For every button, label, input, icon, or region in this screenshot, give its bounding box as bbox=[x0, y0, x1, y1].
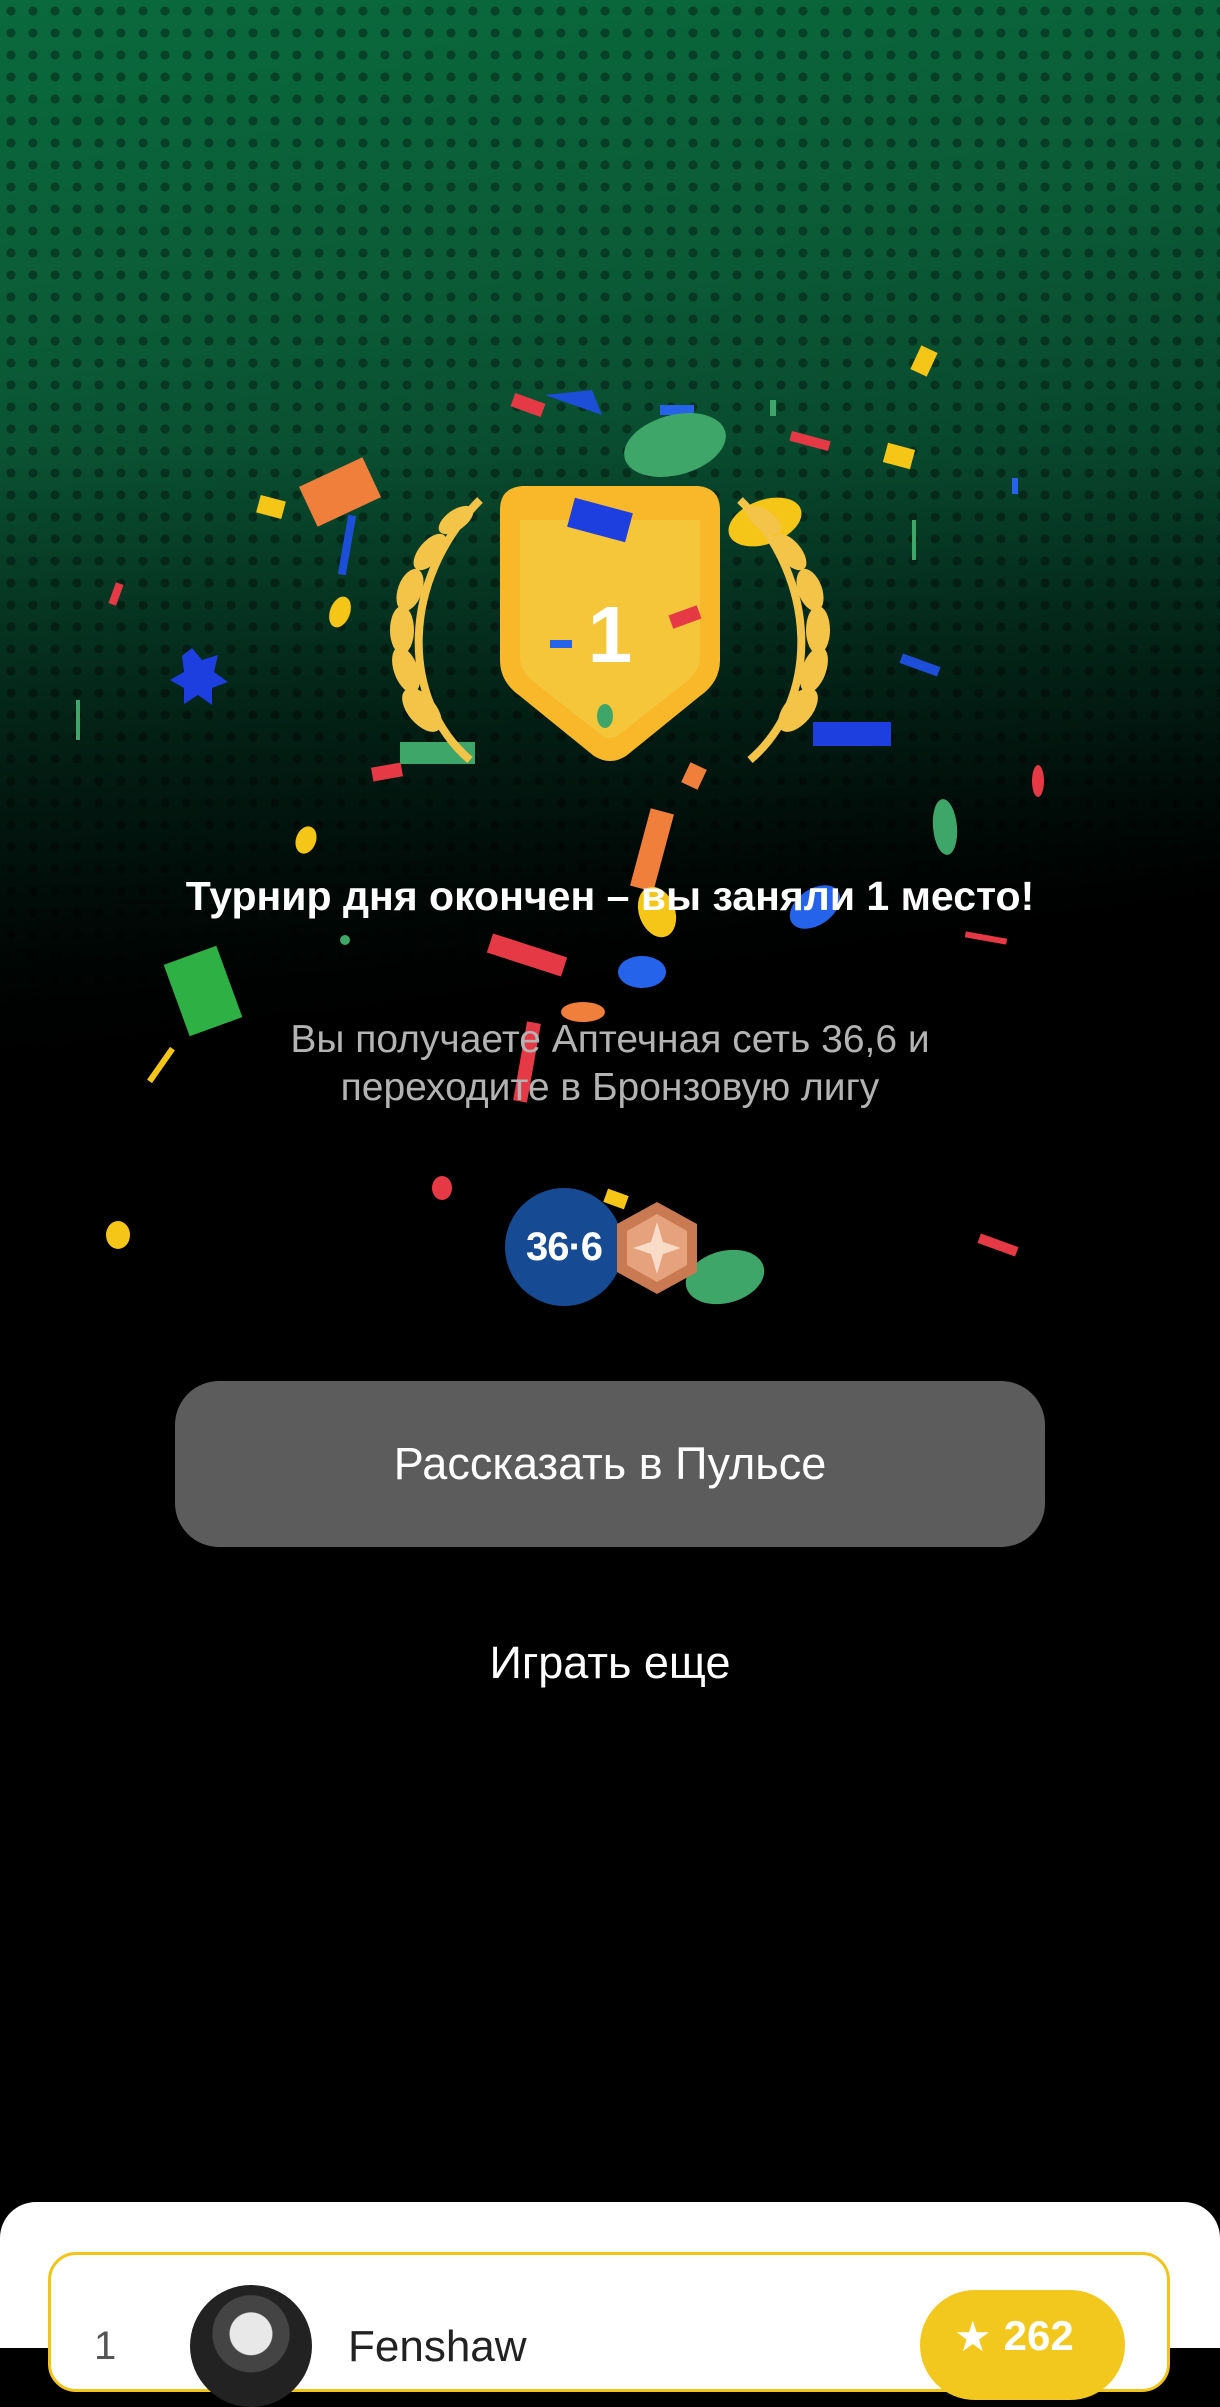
share-in-pulse-button[interactable]: Рассказать в Пульсе bbox=[175, 1381, 1045, 1547]
bronze-league-icon bbox=[617, 1202, 697, 1294]
result-title: Турнир дня окончен – вы заняли 1 место! bbox=[185, 873, 1035, 919]
leaderboard-rank: 1 bbox=[94, 2324, 117, 2368]
pharmacy-36-6-logo: 36·6 bbox=[505, 1188, 623, 1306]
result-subtitle: Вы получаете Аптечная сеть 36,6 и перехо… bbox=[290, 1018, 930, 1109]
place-number: 1 bbox=[587, 590, 633, 679]
player-name: Fenshaw bbox=[348, 2322, 527, 2371]
rewards-row: 36·6 bbox=[505, 1188, 705, 1312]
play-again-button[interactable]: Играть еще bbox=[400, 1630, 820, 1696]
score-value: 262 bbox=[1003, 2312, 1074, 2359]
star-icon: ★ bbox=[954, 2313, 992, 2360]
avatar bbox=[190, 2285, 312, 2407]
score-badge: ★ 262 bbox=[920, 2290, 1125, 2400]
